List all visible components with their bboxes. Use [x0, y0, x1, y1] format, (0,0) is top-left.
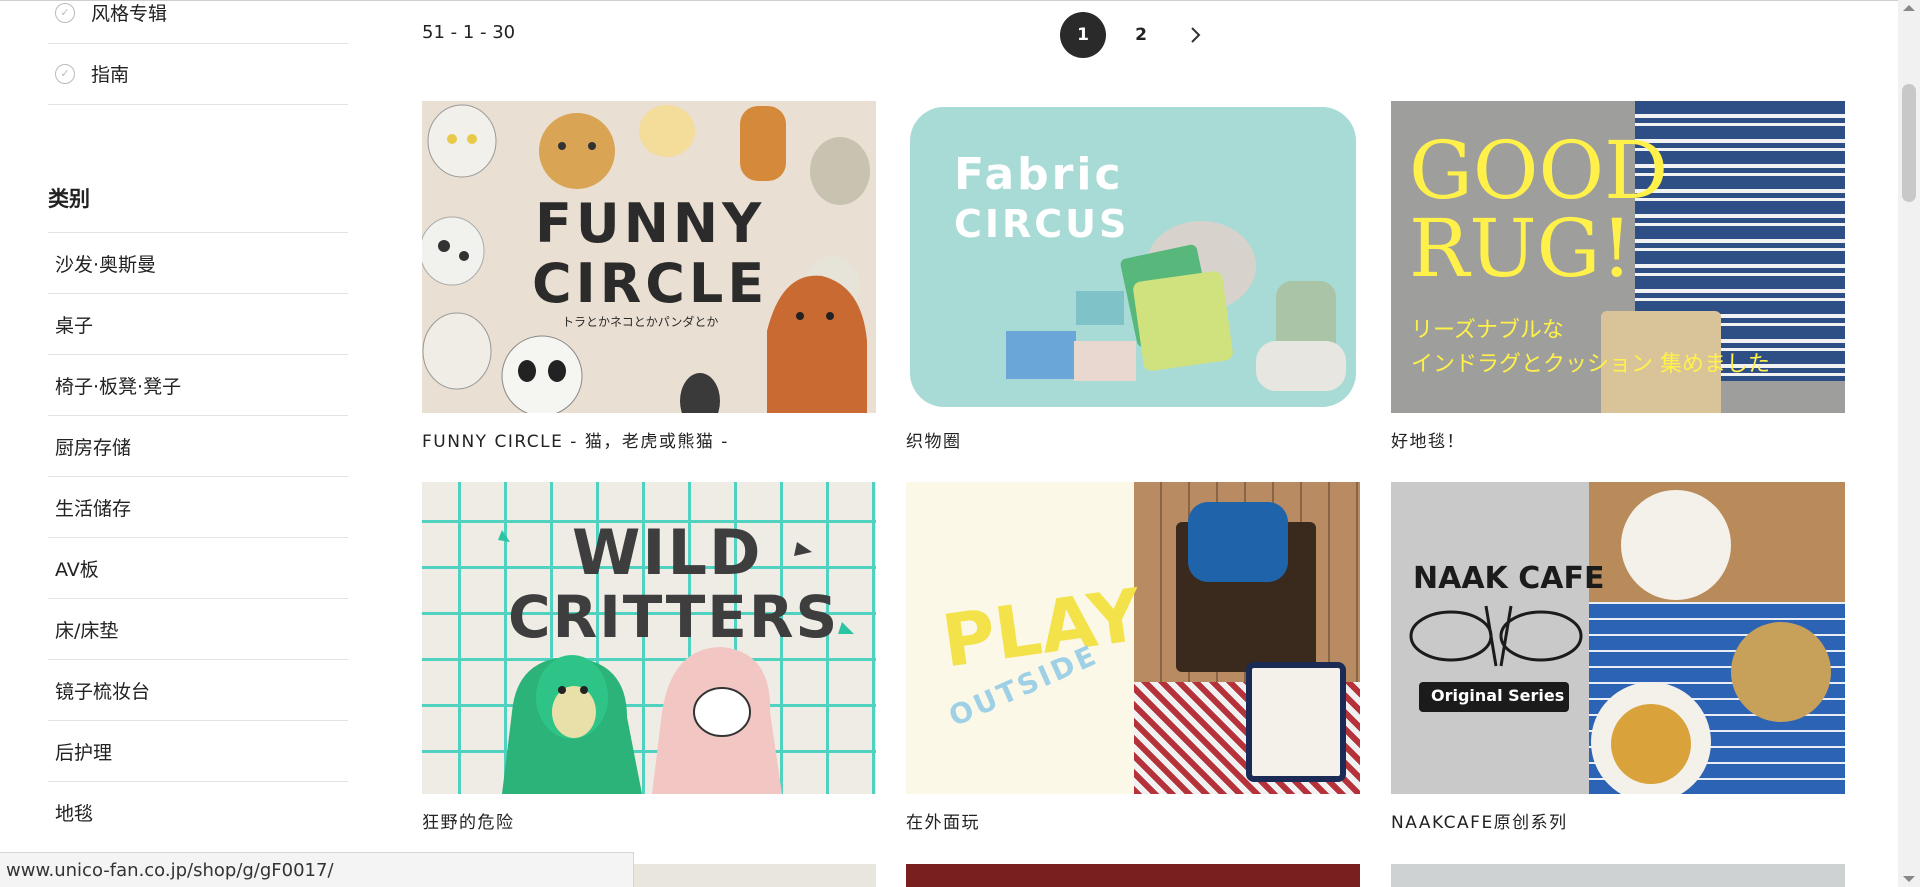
- category-item[interactable]: 床/床垫: [48, 598, 348, 659]
- card-caption[interactable]: 在外面玩: [906, 808, 1360, 833]
- category-item[interactable]: 生活储存: [48, 476, 348, 537]
- fabric-circus-illustration: [1006, 221, 1346, 391]
- pagination: 1 2: [1060, 12, 1216, 58]
- card-caption[interactable]: FUNNY CIRCLE - 猫，老虎或熊猫 -: [422, 427, 876, 452]
- feature-image[interactable]: PLAY OUTSIDE: [906, 482, 1360, 794]
- art-title-line1: GOOD: [1409, 124, 1669, 217]
- art-title-line2: RUG!: [1409, 202, 1633, 295]
- puppets-illustration: [498, 530, 854, 794]
- art-title-line2: CIRCUS: [954, 202, 1130, 246]
- feature-card[interactable]: FUNNY CIRCLE トラとかネコとかパンダとか FUNNY CIRCLE …: [422, 101, 876, 452]
- art-title-line1: Fabric: [954, 149, 1124, 200]
- link-status-bar: www.unico-fan.co.jp/shop/g/gF0017/: [0, 852, 634, 887]
- feature-image[interactable]: Fabric CIRCUS: [906, 101, 1360, 413]
- art-subtitle-line1: リーズナブルな: [1411, 318, 1564, 343]
- bowl: [1611, 704, 1691, 784]
- scroll-down-icon[interactable]: [1903, 876, 1915, 882]
- scroll-thumb[interactable]: [1902, 84, 1916, 202]
- category-item[interactable]: 镜子梳妆台: [48, 659, 348, 720]
- feature-card[interactable]: Fabric CIRCUS 织物圈: [906, 101, 1360, 452]
- card-caption[interactable]: 狂野的危险: [422, 808, 876, 833]
- category-list: 沙发·奥斯曼 桌子 椅子·板凳·凳子 厨房存储 生活储存 AV板 床/床垫 镜子…: [48, 232, 348, 842]
- feature-image[interactable]: WILD CRITTERS: [422, 482, 876, 794]
- category-item[interactable]: 厨房存储: [48, 415, 348, 476]
- card-caption[interactable]: NAAKCAFE原创系列: [1391, 808, 1845, 833]
- page-button-current[interactable]: 1: [1060, 12, 1106, 58]
- category-item[interactable]: AV板: [48, 537, 348, 598]
- tote-bag: [1246, 662, 1346, 782]
- check-circle-icon: ✓: [55, 2, 75, 23]
- feature-image[interactable]: FUNNY CIRCLE トラとかネコとかパンダとか: [422, 101, 876, 413]
- category-item[interactable]: 地毯: [48, 781, 348, 842]
- blanket: [1188, 502, 1288, 582]
- category-item[interactable]: 椅子·板凳·凳子: [48, 354, 348, 415]
- art-title-line1: FUNNY: [535, 192, 766, 255]
- feature-image[interactable]: NAAK CAFE Original Series: [1391, 482, 1845, 794]
- page-button[interactable]: 2: [1118, 12, 1164, 58]
- plate: [1731, 622, 1831, 722]
- feature-card[interactable]: PLAY OUTSIDE 在外面玩: [906, 482, 1360, 833]
- feature-card[interactable]: NAAK CAFE Original Series NAAKCAFE原创系列: [1391, 482, 1845, 833]
- feature-image-peek[interactable]: [906, 864, 1360, 887]
- result-count: 51 - 1 - 30: [422, 22, 516, 43]
- chevron-right-icon: [1191, 27, 1201, 43]
- check-circle-icon: ✓: [55, 63, 75, 84]
- next-page-button[interactable]: [1176, 12, 1216, 58]
- category-item[interactable]: 后护理: [48, 720, 348, 781]
- art-title-line1: NAAK CAFE: [1413, 561, 1605, 596]
- feature-card[interactable]: WILD CRITTERS 狂野的危险: [422, 482, 876, 833]
- scroll-up-icon[interactable]: [1903, 5, 1915, 11]
- category-heading: 类别: [48, 187, 90, 211]
- plate: [1621, 490, 1731, 600]
- feature-card[interactable]: GOOD RUG! リーズナブルな インドラグとクッション 集めました 好地毯！: [1391, 101, 1845, 452]
- art-subtitle-line2: インドラグとクッション 集めました: [1411, 352, 1770, 377]
- art-title-line2: Original Series: [1431, 686, 1565, 705]
- page-scrollbar[interactable]: [1898, 0, 1920, 887]
- sidebar-item-label: 指南: [91, 64, 130, 86]
- feature-image-peek[interactable]: [1391, 864, 1845, 887]
- category-item[interactable]: 沙发·奥斯曼: [48, 232, 348, 293]
- art-title-line2: CIRCLE: [532, 252, 769, 315]
- feature-image[interactable]: GOOD RUG! リーズナブルな インドラグとクッション 集めました: [1391, 101, 1845, 413]
- card-caption[interactable]: 织物圈: [906, 427, 1360, 452]
- naak-cafe-logo: [1409, 605, 1583, 667]
- sidebar-item-label: 风格专辑: [91, 3, 168, 25]
- sidebar-item-style-album[interactable]: ✓ 风格专辑: [48, 0, 348, 44]
- sidebar-item-guide[interactable]: ✓ 指南: [48, 43, 348, 105]
- category-item[interactable]: 桌子: [48, 293, 348, 354]
- card-caption[interactable]: 好地毯！: [1391, 427, 1845, 452]
- art-subtitle: トラとかネコとかパンダとか: [562, 315, 719, 329]
